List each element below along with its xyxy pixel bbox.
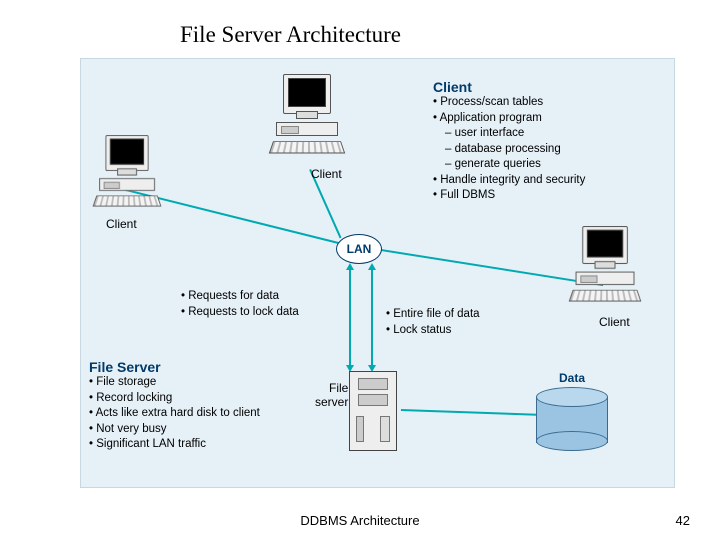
fileserver-info-block: File Server File storage Record locking … bbox=[89, 359, 260, 453]
left-flow-block: Requests for data Requests to lock data bbox=[181, 289, 299, 320]
client-bullet: Full DBMS bbox=[433, 188, 585, 204]
data-cylinder: Data bbox=[536, 387, 608, 443]
data-label: Data bbox=[536, 371, 608, 385]
keyboard-icon bbox=[93, 196, 162, 207]
diagram-canvas: LAN Client Client Client Client Process/… bbox=[80, 58, 675, 488]
client-computer-top bbox=[271, 74, 343, 154]
client-info-block: Client Process/scan tables Application p… bbox=[433, 79, 585, 204]
lan-label: LAN bbox=[347, 242, 372, 256]
client-label-left: Client bbox=[106, 217, 137, 231]
arrow-down-line bbox=[349, 267, 351, 367]
flow-bullet: Requests to lock data bbox=[181, 305, 299, 321]
tower-icon bbox=[576, 272, 635, 285]
right-flow-block: Entire file of data Lock status bbox=[386, 307, 480, 338]
client-bullets: Process/scan tables Application program bbox=[433, 95, 585, 126]
client-computer-left bbox=[95, 135, 160, 207]
client-sub: user interface bbox=[445, 126, 585, 142]
file-server-caption: File server bbox=[315, 381, 348, 409]
right-flow-bullets: Entire file of data Lock status bbox=[386, 307, 480, 338]
flow-bullet: Lock status bbox=[386, 323, 480, 339]
client-bullets-2: Handle integrity and security Full DBMS bbox=[433, 173, 585, 204]
client-label-top: Client bbox=[311, 167, 342, 181]
client-bullet: Handle integrity and security bbox=[433, 173, 585, 189]
fileserver-bullets: File storage Record locking Acts like ex… bbox=[89, 375, 260, 453]
slide-title: File Server Architecture bbox=[180, 22, 401, 48]
keyboard-icon bbox=[269, 141, 345, 153]
client-sub-bullets: user interface database processing gener… bbox=[433, 126, 585, 173]
fs-bullet: Significant LAN traffic bbox=[89, 437, 260, 453]
flow-bullet: Entire file of data bbox=[386, 307, 480, 323]
flow-bullet: Requests for data bbox=[181, 289, 299, 305]
monitor-icon bbox=[582, 226, 628, 264]
client-bullet: Process/scan tables bbox=[433, 95, 585, 111]
fileserver-heading: File Server bbox=[89, 359, 260, 375]
tower-icon bbox=[99, 178, 155, 191]
client-label-right: Client bbox=[599, 315, 630, 329]
arrow-up-head bbox=[368, 263, 376, 270]
server-data-line bbox=[401, 409, 541, 415]
fs-bullet: Record locking bbox=[89, 391, 260, 407]
footer-text: DDBMS Architecture bbox=[0, 513, 720, 528]
monitor-icon bbox=[105, 135, 148, 171]
lan-node: LAN bbox=[336, 234, 382, 264]
tower-icon bbox=[276, 122, 338, 136]
file-server-icon bbox=[349, 371, 397, 451]
monitor-icon bbox=[283, 74, 331, 114]
client-sub: generate queries bbox=[445, 157, 585, 173]
fs-bullet: Not very busy bbox=[89, 422, 260, 438]
client-computer-right bbox=[571, 226, 639, 302]
client-sub: database processing bbox=[445, 142, 585, 158]
left-flow-bullets: Requests for data Requests to lock data bbox=[181, 289, 299, 320]
fs-bullet: Acts like extra hard disk to client bbox=[89, 406, 260, 422]
client-heading: Client bbox=[433, 79, 585, 95]
arrow-down-head2 bbox=[346, 263, 354, 270]
arrow-up-line bbox=[371, 267, 373, 367]
fs-bullet: File storage bbox=[89, 375, 260, 391]
client-bullet: Application program bbox=[433, 111, 585, 127]
page-number: 42 bbox=[676, 513, 690, 528]
keyboard-icon bbox=[569, 290, 642, 302]
